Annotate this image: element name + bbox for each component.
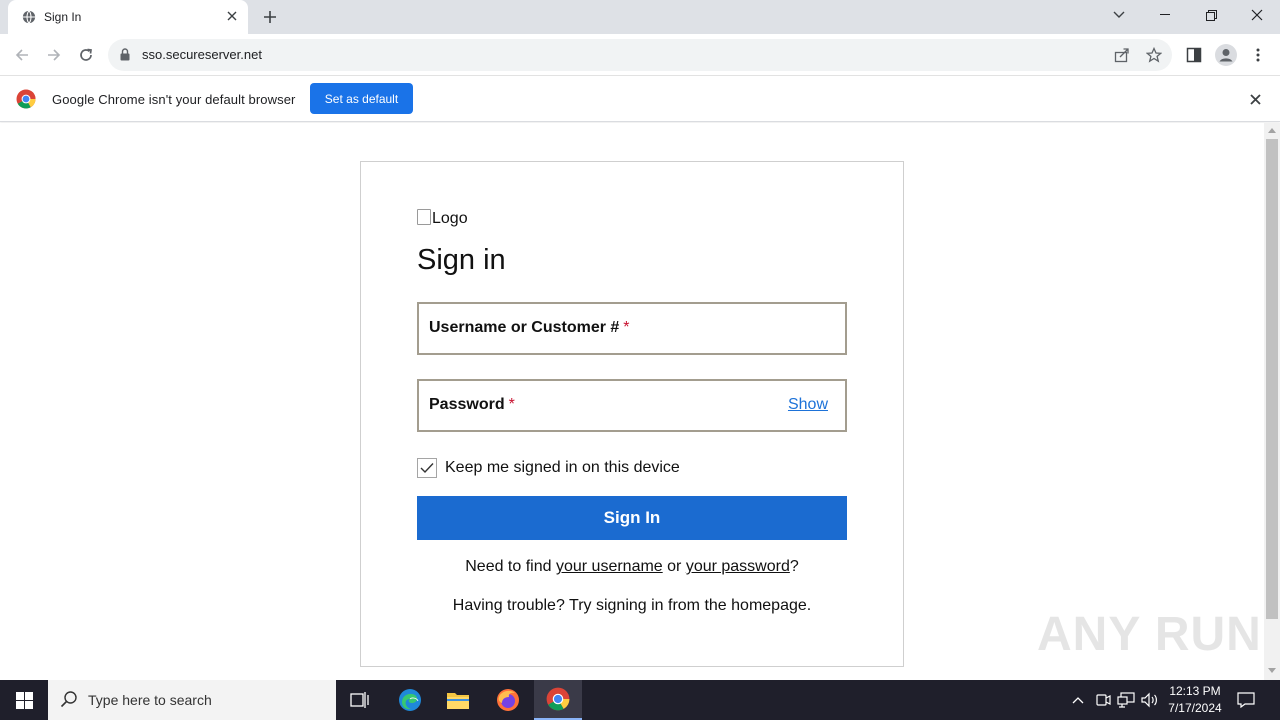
- set-default-button[interactable]: Set as default: [310, 83, 413, 114]
- find-prefix: Need to find: [465, 558, 556, 575]
- username-field[interactable]: Username or Customer # *: [417, 302, 847, 355]
- share-icon[interactable]: [1112, 45, 1132, 65]
- chrome-logo-icon: [16, 89, 36, 109]
- back-icon[interactable]: [10, 43, 34, 67]
- page-scrollbar[interactable]: [1264, 123, 1280, 680]
- new-tab-icon[interactable]: [260, 7, 280, 27]
- restore-icon[interactable]: [1188, 0, 1234, 30]
- password-field[interactable]: Password * Show: [417, 379, 847, 432]
- windows-taskbar: Type here to search 12:13 PM 7/17/2024: [0, 680, 1280, 720]
- forward-icon[interactable]: [42, 43, 66, 67]
- browser-toolbar: sso.secureserver.net: [0, 34, 1280, 76]
- show-password-link[interactable]: Show: [788, 396, 828, 414]
- logo-image: Logo: [417, 209, 468, 228]
- tab-title: Sign In: [44, 10, 82, 24]
- task-view-icon[interactable]: [336, 680, 384, 720]
- notification-icon[interactable]: [1234, 689, 1258, 711]
- signin-card: Logo Sign in Username or Customer # * Pas…: [360, 161, 904, 667]
- default-browser-infobar: Google Chrome isn't your default browser…: [0, 76, 1280, 122]
- tab-close-icon[interactable]: [224, 8, 240, 24]
- page-title: Sign in: [417, 244, 506, 276]
- meet-now-icon[interactable]: [1093, 690, 1113, 710]
- clock-date: 7/17/2024: [1168, 701, 1222, 715]
- remember-me-checkbox[interactable]: [417, 458, 437, 478]
- minimize-icon[interactable]: [1142, 0, 1188, 30]
- address-bar[interactable]: sso.secureserver.net: [108, 39, 1172, 71]
- find-username-link[interactable]: your username: [556, 558, 663, 575]
- search-icon: [60, 691, 77, 708]
- tray-chevron-up-icon[interactable]: [1068, 690, 1088, 710]
- file-explorer-icon[interactable]: [434, 680, 482, 720]
- edge-icon[interactable]: [386, 680, 434, 720]
- search-placeholder: Type here to search: [88, 692, 212, 708]
- firefox-icon[interactable]: [484, 680, 532, 720]
- infobar-message: Google Chrome isn't your default browser: [52, 92, 296, 107]
- network-icon[interactable]: [1116, 690, 1136, 710]
- username-label: Username or Customer # *: [429, 319, 630, 337]
- chrome-taskbar-icon[interactable]: [534, 680, 582, 720]
- volume-icon[interactable]: [1140, 690, 1160, 710]
- scroll-thumb[interactable]: [1266, 139, 1278, 619]
- profile-avatar-icon[interactable]: [1214, 43, 1238, 67]
- page-viewport: Logo Sign in Username or Customer # * Pas…: [0, 123, 1264, 680]
- scroll-up-icon[interactable]: [1268, 128, 1276, 133]
- signin-button[interactable]: Sign In: [417, 496, 847, 540]
- remember-me-row: Keep me signed in on this device: [417, 458, 680, 478]
- side-panel-icon[interactable]: [1182, 43, 1206, 67]
- infobar-close-icon[interactable]: [1246, 90, 1264, 108]
- bookmark-star-icon[interactable]: [1144, 45, 1164, 65]
- reload-icon[interactable]: [74, 43, 98, 67]
- remember-me-label: Keep me signed in on this device: [445, 459, 680, 476]
- anyrun-watermark: ANY RUN: [1037, 608, 1262, 661]
- window-close-icon[interactable]: [1234, 0, 1280, 30]
- logo-alt-text: Logo: [432, 210, 468, 227]
- taskbar-search-box[interactable]: Type here to search: [48, 680, 336, 720]
- password-label-text: Password: [429, 396, 505, 413]
- required-mark: *: [508, 396, 515, 413]
- tab-strip: Sign In: [0, 0, 1280, 34]
- find-suffix: ?: [789, 558, 799, 575]
- kebab-menu-icon[interactable]: [1246, 43, 1270, 67]
- browser-tab[interactable]: Sign In: [8, 0, 248, 34]
- find-password-link[interactable]: your password: [686, 558, 790, 575]
- scroll-down-icon[interactable]: [1268, 668, 1276, 673]
- username-label-text: Username or Customer #: [429, 319, 620, 336]
- find-credentials-text: Need to find your username or your passw…: [361, 558, 903, 576]
- find-or: or: [662, 558, 686, 575]
- clock-time: 12:13 PM: [1169, 684, 1221, 698]
- checkmark-icon: [420, 463, 434, 474]
- lock-icon: [120, 48, 130, 61]
- required-mark: *: [623, 319, 630, 336]
- url-text: sso.secureserver.net: [142, 47, 262, 62]
- globe-icon: [22, 10, 36, 24]
- tab-search-chevron-icon[interactable]: [1096, 0, 1142, 30]
- broken-image-icon: [417, 209, 431, 225]
- trouble-text: Having trouble? Try signing in from the …: [452, 597, 812, 614]
- password-label: Password *: [429, 396, 515, 414]
- windows-start-icon[interactable]: [0, 680, 48, 720]
- taskbar-clock[interactable]: 12:13 PM 7/17/2024: [1160, 683, 1230, 717]
